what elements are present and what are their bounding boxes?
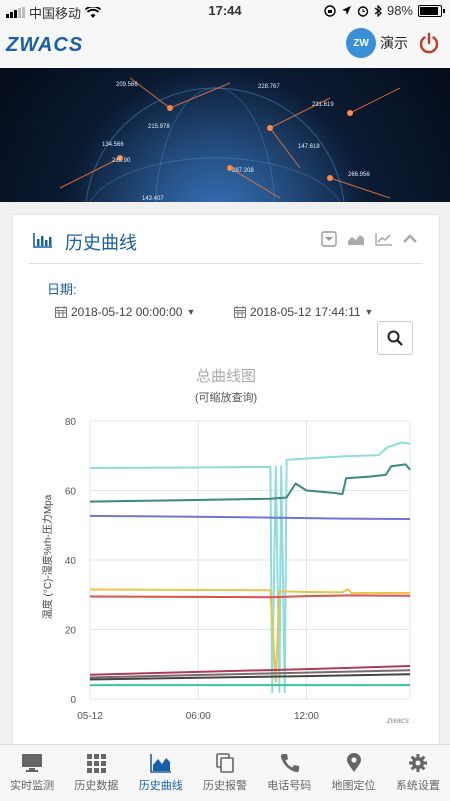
series-line [89,463,411,503]
x-tick-label: 06:00 [186,711,211,722]
history-line-chart[interactable]: 总曲线图 (可缩放查询) 温度 (°C)-湿度%rh-压力Mpa 0 20 40 60… [13,357,439,729]
search-button[interactable] [377,321,413,355]
calendar-icon [55,306,67,318]
app-header: ZWACS ZW 演示 [0,22,450,69]
tab-label: 历史报警 [202,780,247,792]
location-icon [341,6,351,15]
status-bar: 中国移动 17:44 98% [0,0,450,22]
end-date-value: 2018-05-12 17:44:11 [250,305,361,319]
panel-title: 历史曲线 [65,233,137,253]
tab-label: 历史数据 [74,780,119,792]
tab-label: 电话号码 [267,780,312,792]
y-tick-label: 20 [65,626,77,637]
banner-number: 228.767 [258,84,280,90]
y-tick-label: 0 [70,695,76,706]
chevron-down-icon: ▼ [186,307,196,317]
calendar-icon [234,306,246,318]
map-pin-icon [346,753,361,772]
panel-toolbar [321,231,417,247]
chart-series [89,441,411,694]
tab-label: 历史曲线 [138,780,183,792]
bottom-tab-bar: 实时监测 历史数据 历史曲线 历史报警 电话号码 地图定位 系统设置 [0,744,450,801]
panel-header: 历史曲线 [29,215,423,264]
y-tick-label: 40 [65,556,77,567]
x-tick-label: 12:00 [294,711,319,722]
copy-icon [216,753,234,773]
start-date-picker[interactable]: 2018-05-12 00:00:00 ▼ [55,305,195,319]
banner-number: 134.566 [102,142,124,148]
chart-subtitle: (可缩放查询) [195,390,257,404]
chart-watermark: zwacs [386,716,409,725]
tab-history-data[interactable]: 历史数据 [64,745,128,801]
banner-number: 266.956 [348,172,370,178]
series-line [89,441,411,694]
monitor-icon [22,754,43,772]
chart-grid [89,420,411,700]
bar-chart-icon [33,233,52,248]
cloud-icon: ZW [346,28,376,58]
gear-icon [408,754,427,772]
dropdown-toggle-icon[interactable] [321,231,337,247]
alarm-icon [357,5,369,17]
status-right: 98% [324,3,445,18]
area-chart-icon [149,754,171,773]
banner-number: 215.978 [148,124,170,130]
line-chart-toggle-icon[interactable] [375,232,393,246]
banner-number: 143.407 [142,196,164,202]
rotation-lock-icon [324,4,336,17]
history-curve-panel: 历史曲线 日期: 2018-05-12 00:00:00 ▼ 2018-05-1… [12,214,440,756]
demo-button[interactable]: ZW 演示 [346,28,408,58]
tab-label: 系统设置 [395,780,440,792]
tab-system-settings[interactable]: 系统设置 [386,745,450,801]
tab-phone-number[interactable]: 电话号码 [257,745,321,801]
tab-label: 地图定位 [331,780,376,792]
tab-label: 实时监测 [10,780,55,792]
banner-number: 215.90 [112,158,131,164]
tab-realtime-monitor[interactable]: 实时监测 [0,745,64,801]
power-icon[interactable] [418,32,440,54]
start-date-value: 2018-05-12 00:00:00 [71,305,183,319]
battery-icon [418,4,445,17]
tab-map-location[interactable]: 地图定位 [321,745,385,801]
banner-number: 147.618 [298,144,320,150]
series-line [89,514,411,520]
x-tick-label: 05-12 [77,711,103,722]
chart-title: 总曲线图 [196,368,256,385]
phone-icon [281,754,300,773]
search-icon [387,330,403,346]
banner-number: 209.566 [116,82,138,88]
battery-percent: 98% [386,3,413,18]
y-tick-label: 60 [65,487,77,498]
globe-network-graphic: 209.566 228.767 231.619 215.978 147.618 … [59,68,401,202]
app-logo: ZWACS [6,34,84,56]
y-tick-label: 80 [65,417,77,428]
chevron-down-icon: ▼ [364,307,374,317]
bluetooth-icon [374,4,382,17]
collapse-icon[interactable] [403,234,417,244]
date-label: 日期: [47,282,77,297]
demo-label: 演示 [380,35,408,51]
grid-icon [87,754,107,773]
tab-history-curve[interactable]: 历史曲线 [129,745,193,801]
banner-number: 231.619 [312,102,334,108]
end-date-picker[interactable]: 2018-05-12 17:44:11 ▼ [234,305,373,319]
y-axis-label: 温度 (°C)-湿度%rh-压力Mpa [41,494,54,619]
banner-image: 209.566 228.767 231.619 215.978 147.618 … [0,68,450,202]
area-chart-toggle-icon[interactable] [347,232,365,246]
tab-history-alarm[interactable]: 历史报警 [193,745,257,801]
series-line [89,594,411,599]
banner-number: 287.208 [232,168,254,174]
